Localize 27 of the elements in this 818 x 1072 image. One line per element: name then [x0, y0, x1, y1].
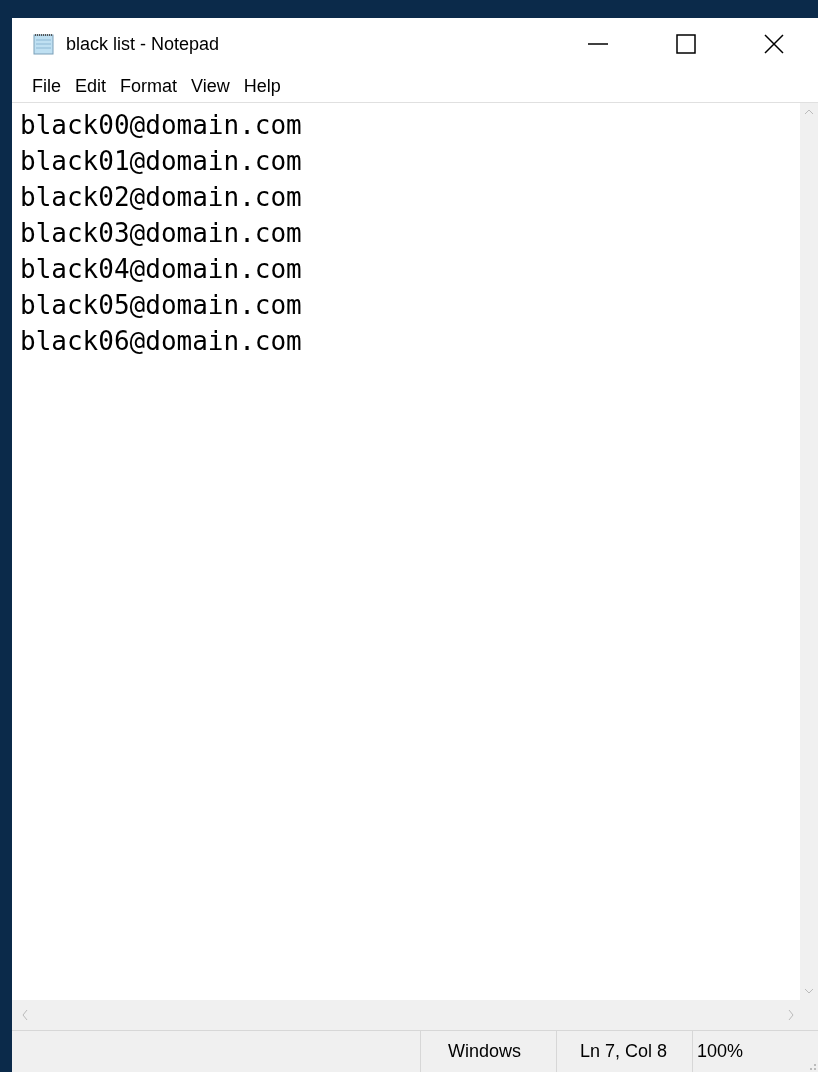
text-line: black03@domain.com	[20, 217, 303, 250]
notepad-icon	[32, 32, 56, 56]
line-ending-text: Windows	[448, 1040, 522, 1063]
text-line: black05@domain.com	[20, 289, 303, 322]
scroll-right-icon	[788, 1009, 794, 1021]
maximize-icon	[676, 34, 696, 54]
menu-item[interactable]: View	[185, 72, 236, 100]
text-line: black02@domain.com	[20, 181, 303, 214]
scroll-up-icon	[804, 109, 814, 115]
text-line: black04@domain.com	[20, 253, 303, 286]
cursor-position-text: Ln 7, Col 8	[580, 1040, 668, 1063]
menu-item[interactable]: Format	[114, 72, 184, 100]
scroll-down-icon	[804, 988, 814, 994]
close-icon	[764, 34, 784, 54]
horizontal-scrollbar[interactable]	[12, 1000, 818, 1030]
scroll-left-icon	[22, 1009, 28, 1021]
menu-item[interactable]: File	[26, 72, 67, 100]
text-line: black01@domain.com	[20, 145, 303, 178]
window-title: black list - Notepad	[66, 32, 220, 56]
text-line: black00@domain.com	[20, 109, 303, 142]
vertical-scrollbar[interactable]	[800, 103, 818, 1000]
resize-grip-icon[interactable]	[808, 1062, 816, 1070]
menu-item[interactable]: Edit	[69, 72, 113, 100]
zoom-level-text: 100%	[697, 1040, 744, 1063]
text-line: black06@domain.com	[20, 325, 303, 358]
minimize-icon	[588, 43, 608, 45]
menu-item[interactable]: Help	[237, 72, 287, 100]
